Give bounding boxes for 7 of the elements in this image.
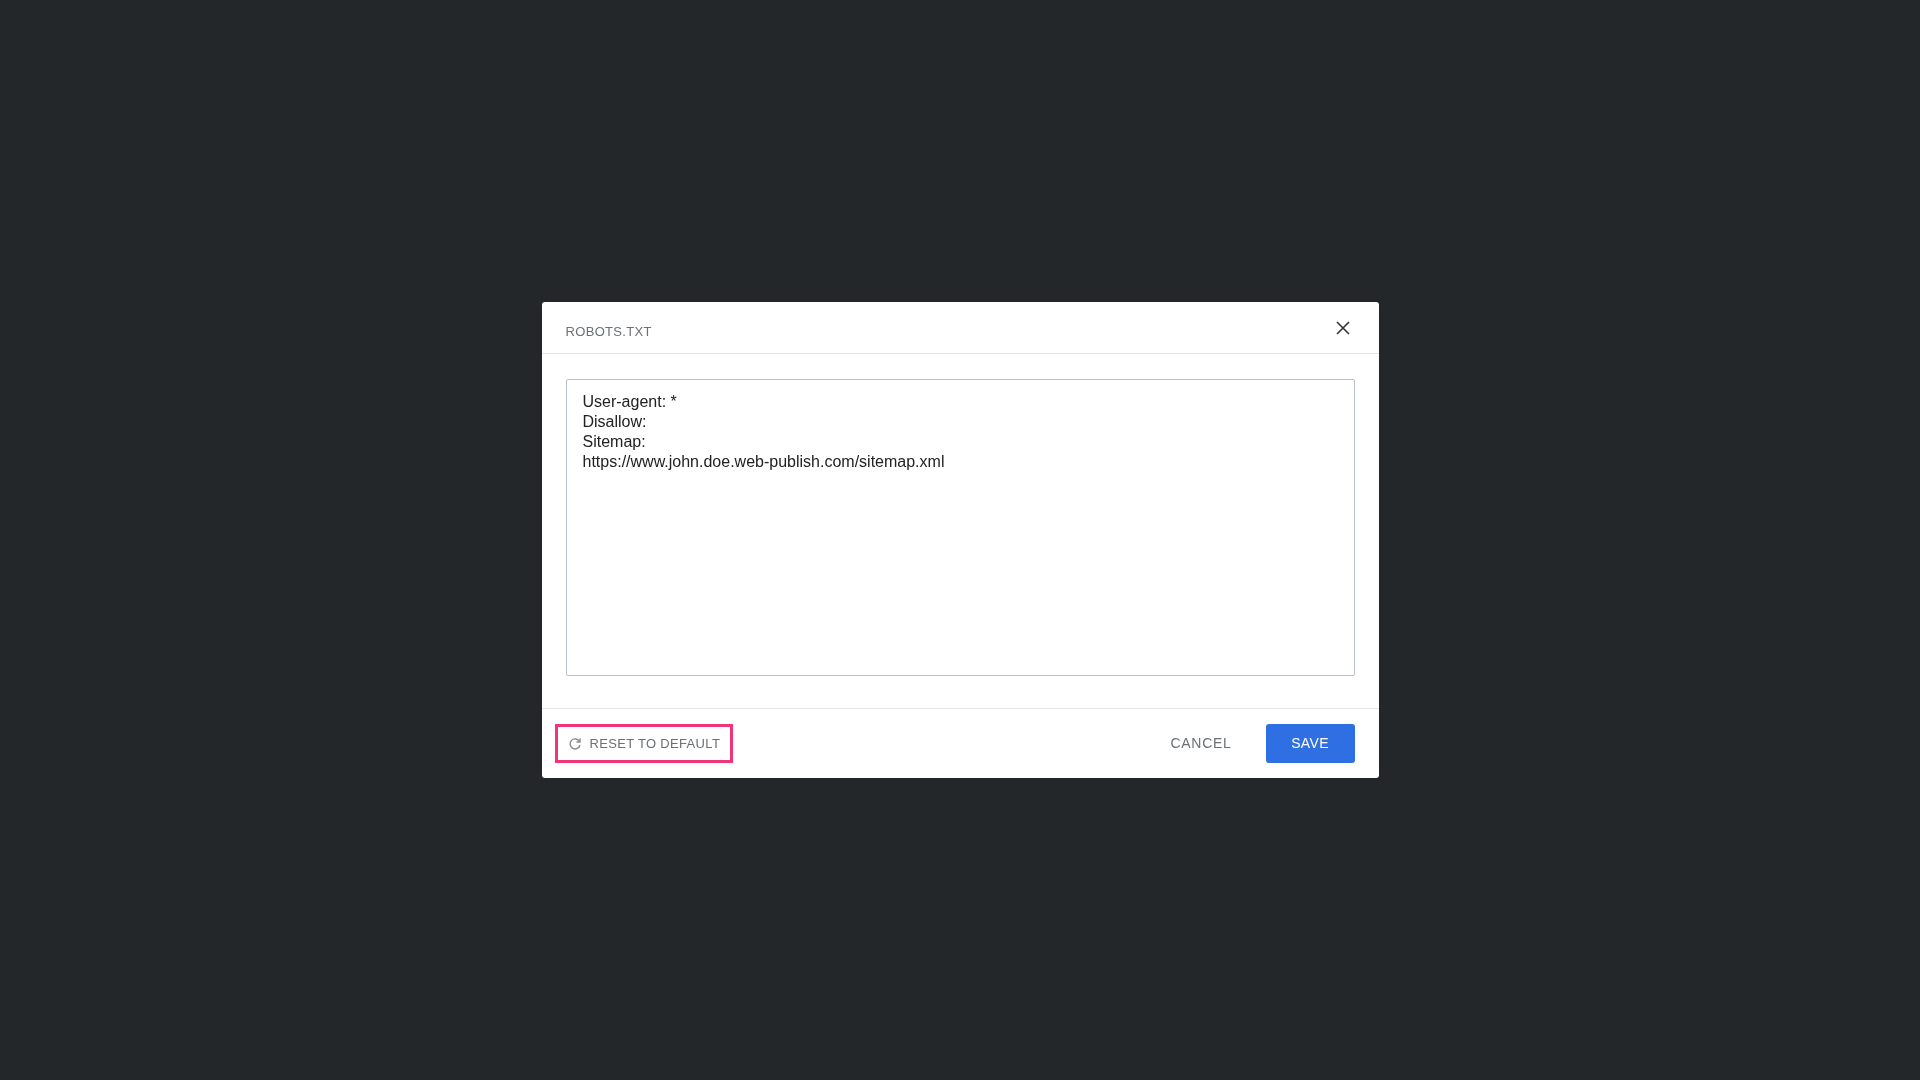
dialog-title: ROBOTS.TXT (565, 322, 652, 341)
robots-text-editor[interactable]: User-agent: * Disallow: Sitemap: https://www.john.doe.web-publish.com/sitemap.xml (565, 379, 1355, 677)
reset-to-default-button[interactable]: RESET TO DEFAULT (554, 724, 734, 764)
refresh-icon (567, 736, 582, 751)
close-icon (1334, 319, 1351, 336)
save-button[interactable]: SAVE (1265, 724, 1355, 764)
cancel-button[interactable]: CANCEL (1156, 724, 1246, 764)
